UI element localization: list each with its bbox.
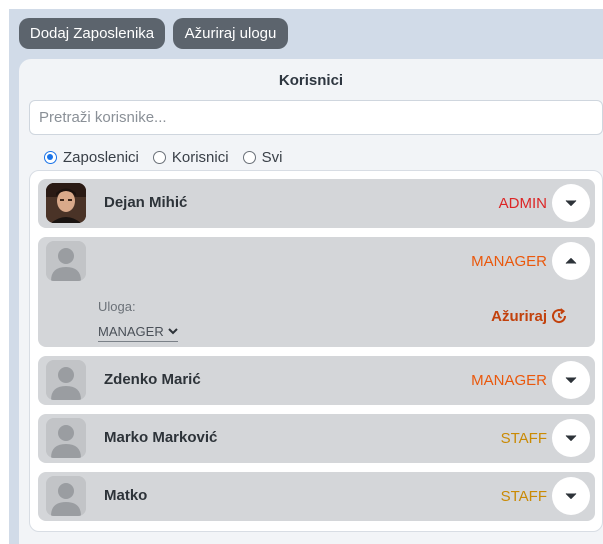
user-avatar-placeholder xyxy=(46,360,86,400)
user-role: MANAGER xyxy=(471,372,547,389)
user-name: Matko xyxy=(104,487,148,504)
chevron-down-icon xyxy=(168,328,178,335)
user-avatar-placeholder xyxy=(46,418,86,458)
add-employee-button[interactable]: Dodaj Zaposlenika xyxy=(19,18,165,49)
collapse-toggle-button[interactable] xyxy=(552,242,590,280)
role-field-label: Uloga: xyxy=(98,299,136,314)
chevron-down-icon xyxy=(565,377,577,383)
chevron-up-icon xyxy=(565,258,577,264)
user-name: Marko Marković xyxy=(104,429,218,446)
role-select[interactable]: MANAGER xyxy=(98,324,178,342)
filter-users[interactable]: Korisnici xyxy=(152,149,229,166)
user-avatar-placeholder xyxy=(46,241,86,281)
user-role: MANAGER xyxy=(471,253,547,270)
update-role-button[interactable]: Ažuriraj ulogu xyxy=(173,18,288,49)
panel-title: Korisnici xyxy=(278,72,344,89)
users-panel: Korisnici Zaposlenici Korisnici Svi xyxy=(19,59,603,544)
expand-toggle-button[interactable] xyxy=(552,184,590,222)
refresh-clock-icon xyxy=(552,308,567,324)
filter-all[interactable]: Svi xyxy=(242,149,283,166)
radio-button-checked[interactable] xyxy=(44,151,57,164)
chevron-down-icon xyxy=(565,493,577,499)
filter-label: Zaposlenici xyxy=(63,149,139,166)
user-row[interactable]: Dejan Mihić ADMIN xyxy=(38,179,595,228)
filter-label: Korisnici xyxy=(171,149,229,166)
update-label: Ažuriraj xyxy=(491,307,547,325)
expand-toggle-button[interactable] xyxy=(552,419,590,457)
user-row-expanded[interactable]: MANAGER Uloga: MANAGER Ažuriraj xyxy=(38,237,595,347)
expand-toggle-button[interactable] xyxy=(552,361,590,399)
filter-employees[interactable]: Zaposlenici xyxy=(44,149,139,166)
user-avatar-placeholder xyxy=(46,476,86,516)
filter-label: Svi xyxy=(261,149,283,166)
user-name: Zdenko Marić xyxy=(104,371,201,388)
user-filter-group: Zaposlenici Korisnici Svi xyxy=(44,149,296,166)
user-row[interactable]: Zdenko Marić MANAGER xyxy=(38,356,595,405)
user-role: STAFF xyxy=(500,430,547,447)
user-role: ADMIN xyxy=(498,195,547,212)
expand-toggle-button[interactable] xyxy=(552,477,590,515)
radio-button[interactable] xyxy=(242,151,256,164)
radio-button[interactable] xyxy=(152,151,166,164)
user-row[interactable]: Marko Marković STAFF xyxy=(38,414,595,463)
update-role-inline-button[interactable]: Ažuriraj xyxy=(491,307,568,325)
user-list: Dejan Mihić ADMIN MANAGER Uloga: MANAGER… xyxy=(29,170,603,532)
role-select-value: MANAGER xyxy=(98,324,164,339)
search-input[interactable] xyxy=(29,100,603,135)
user-name: Dejan Mihić xyxy=(104,194,188,211)
chevron-down-icon xyxy=(565,200,577,206)
user-row[interactable]: Matko STAFF xyxy=(38,472,595,521)
user-role: STAFF xyxy=(500,488,547,505)
chevron-down-icon xyxy=(565,435,577,441)
user-avatar-photo xyxy=(46,183,86,223)
